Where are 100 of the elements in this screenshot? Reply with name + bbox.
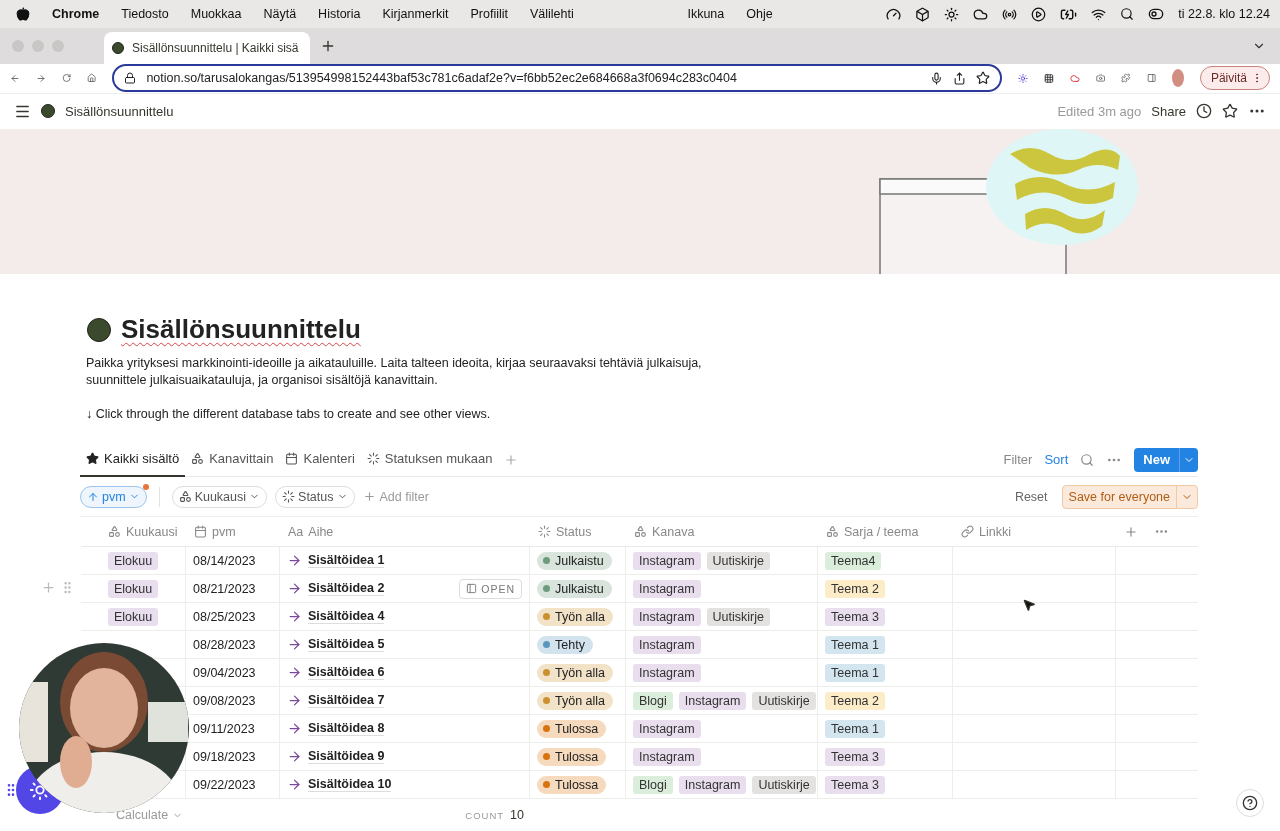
play-icon[interactable] (1031, 6, 1047, 22)
calendar-icon (285, 452, 299, 465)
help-button[interactable] (1236, 789, 1264, 817)
channel-tag: Uutiskirje (752, 691, 816, 710)
column-header[interactable]: pvm (186, 517, 280, 546)
channel-tag: Blogi (633, 691, 673, 710)
channel-tag: Uutiskirje (752, 775, 816, 794)
arrow-icon (287, 553, 302, 568)
view-tab[interactable]: Kanavittain (185, 442, 280, 477)
profile-avatar[interactable] (1172, 69, 1184, 88)
gauge-icon[interactable] (886, 6, 902, 22)
arrow-up-icon (87, 490, 99, 503)
date-cell: 09/04/2023 (193, 665, 256, 680)
filter-button[interactable]: Filter (1003, 452, 1033, 467)
filter-chip[interactable]: Status (275, 485, 355, 508)
text-type-icon: Aa (288, 524, 304, 539)
column-header[interactable]: Status (530, 517, 626, 546)
view-tab[interactable]: Kalenteri (279, 442, 361, 477)
view-tab[interactable]: Statuksen mukaan (360, 442, 499, 477)
view-tab[interactable]: Kaikki sisältö (80, 442, 186, 477)
share-button[interactable]: Share (1151, 103, 1186, 119)
filter-chip[interactable]: Kuukausi (171, 485, 268, 508)
channel-tag: Instagram (633, 663, 701, 682)
column-header[interactable]: Aa Aihe (280, 517, 530, 546)
browser-tab[interactable]: Sisällönsuunnittelu | Kaikki sisä (104, 31, 310, 64)
menu-item[interactable]: Ikkuna (687, 7, 725, 22)
column-header[interactable]: Kanava (626, 517, 818, 546)
theme-tag: Teema 1 (825, 663, 885, 682)
title-link[interactable]: Sisältöidea 2 (308, 581, 385, 596)
menu-item[interactable]: Historia (318, 7, 361, 22)
theme-tag: Teema 3 (825, 775, 885, 794)
arrow-icon (287, 749, 302, 764)
title-link[interactable]: Sisältöidea 5 (308, 637, 385, 652)
channel-tag: Instagram (678, 775, 747, 794)
date-cell: 08/21/2023 (193, 581, 256, 596)
title-link[interactable]: Sisältöidea 4 (308, 609, 385, 624)
breadcrumb[interactable]: Sisällönsuunnittelu (65, 103, 174, 119)
status-icon (538, 525, 551, 538)
menu-item[interactable]: Tiedosto (121, 7, 169, 22)
title-link[interactable]: Sisältöidea 9 (308, 749, 385, 764)
menu-item[interactable]: Välilehti (530, 7, 574, 22)
save-button[interactable]: Save for everyone (1061, 484, 1198, 509)
page-description: Paikka yrityksesi markkinointi-ideoille ja aikatauluille. Laita talteen ideoita, kirjaa seuraavaksi tehtäviä julkaisuja, suunnittele julkaisuaikatauluja, ja organisoi sisältöjä kanavittain. (86, 355, 703, 389)
update-button[interactable]: Päivitä (1199, 66, 1270, 91)
bookmark-icon[interactable] (976, 71, 991, 86)
clock[interactable]: ti 22.8. klo 12.24 (1178, 7, 1270, 22)
open-button[interactable]: OPEN (459, 578, 522, 599)
share-icon[interactable] (953, 71, 967, 85)
column-header[interactable]: Sarja / teema (818, 517, 953, 546)
history-icon[interactable] (1196, 103, 1212, 120)
channel-tag: Uutiskirje (706, 607, 770, 626)
star-icon (86, 452, 99, 465)
change-dot (142, 483, 149, 490)
title-link[interactable]: Sisältöidea 10 (308, 777, 392, 792)
channel-tag: Instagram (633, 747, 701, 766)
menu-item[interactable]: Chrome (52, 7, 100, 22)
sun-icon[interactable] (944, 6, 960, 22)
search-icon[interactable] (1120, 7, 1135, 22)
channel-tag: Instagram (678, 691, 747, 710)
menu-item[interactable]: Näytä (263, 7, 297, 22)
address-bar[interactable]: notion.so/tarusalokangas/513954998152443baf53c781c6adaf2e?v=f6bb52ec2e684668a3f0694c283c0404 (112, 64, 1003, 93)
date-cell: 08/25/2023 (193, 609, 256, 624)
theme-tag: Teema 1 (825, 635, 885, 654)
new-button[interactable]: New (1134, 447, 1198, 472)
menu-item[interactable]: Ohje (746, 7, 773, 22)
arrow-icon (287, 777, 302, 792)
status-tag: Työn alla (537, 607, 614, 626)
menu-item[interactable]: Kirjanmerkit (382, 7, 449, 22)
column-header[interactable]: Kuukausi (81, 517, 186, 546)
favorite-icon[interactable] (1222, 103, 1238, 120)
month-tag: Elokuu (107, 551, 159, 570)
theme-tag: Teema 2 (825, 579, 885, 598)
column-header[interactable]: Linkki (953, 517, 1116, 546)
shapes-icon (178, 490, 192, 503)
sort-button[interactable]: Sort (1044, 452, 1069, 467)
lock-icon (124, 72, 137, 85)
date-cell: 08/28/2023 (193, 637, 256, 652)
shapes-icon (634, 525, 647, 538)
mic-icon[interactable] (930, 71, 944, 85)
theme-tag: Teema 2 (825, 691, 885, 710)
cursor-icon (1022, 598, 1036, 612)
favicon (112, 41, 124, 54)
sort-chip[interactable]: pvm (80, 485, 147, 508)
date-cell: 08/14/2023 (193, 553, 256, 568)
apple-icon[interactable] (16, 7, 30, 22)
title-link[interactable]: Sisältöidea 7 (308, 693, 385, 708)
channel-tag: Instagram (633, 551, 701, 570)
arrow-icon (287, 609, 302, 624)
menu-item[interactable]: Profiilit (470, 7, 508, 22)
channel-tag: Instagram (633, 607, 701, 626)
title-link[interactable]: Sisältöidea 6 (308, 665, 385, 680)
cloud-icon[interactable] (973, 6, 989, 22)
wifi-icon[interactable] (1091, 6, 1107, 22)
box-icon[interactable] (915, 6, 931, 22)
title-link[interactable]: Sisältöidea 8 (308, 721, 385, 736)
page-icon (41, 104, 55, 119)
reset-button[interactable]: Reset (1014, 489, 1048, 504)
title-link[interactable]: Sisältöidea 1 (308, 553, 385, 568)
shapes-icon (108, 525, 121, 538)
menu-item[interactable]: Muokkaa (190, 7, 242, 22)
